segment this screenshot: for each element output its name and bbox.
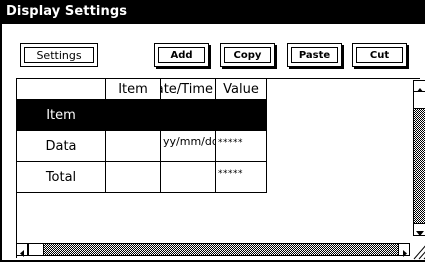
scroll-left-button[interactable] (16, 243, 28, 257)
header-item[interactable]: Item (106, 79, 161, 100)
cell-item-value[interactable] (216, 100, 267, 131)
row-label-data[interactable]: Data (17, 131, 106, 162)
vertical-scroll-thumb[interactable] (413, 91, 425, 109)
cell-total-value[interactable]: ***** (216, 162, 267, 193)
settings-button-label: Settings (24, 47, 94, 63)
resize-grip-icon[interactable] (410, 240, 425, 260)
scroll-right-icon (403, 250, 407, 257)
cut-button[interactable]: Cut (352, 43, 407, 67)
paste-button-label: Paste (291, 47, 338, 63)
cell-data-datetime[interactable]: yy/mm/dd (161, 131, 216, 162)
cut-button-label: Cut (356, 47, 403, 63)
cell-total-datetime[interactable] (161, 162, 216, 193)
cell-total-item[interactable] (106, 162, 161, 193)
vertical-scrollbar[interactable] (410, 80, 425, 246)
row-label-total[interactable]: Total (17, 162, 106, 193)
cell-item-item[interactable] (106, 100, 161, 131)
settings-button[interactable]: Settings (20, 43, 98, 67)
header-datetime[interactable]: Date/Time (161, 79, 216, 100)
header-corner (17, 79, 106, 100)
row-label-item[interactable]: Item (17, 100, 106, 131)
scroll-down-icon (416, 231, 424, 236)
scroll-right-button[interactable] (398, 243, 410, 257)
horizontal-scroll-thumb[interactable] (28, 243, 44, 256)
cell-data-item[interactable] (106, 131, 161, 162)
header-value[interactable]: Value (216, 79, 267, 100)
display-settings-window: Display Settings Settings Add Copy Paste… (0, 0, 425, 262)
copy-button-label: Copy (224, 47, 271, 63)
paste-button[interactable]: Paste (287, 43, 342, 67)
cell-item-datetime[interactable] (161, 100, 216, 131)
add-button-label: Add (158, 47, 205, 63)
title-bar: Display Settings (2, 0, 425, 24)
horizontal-scroll-track[interactable] (44, 243, 399, 256)
cell-data-value[interactable]: ***** (216, 131, 267, 162)
scroll-left-icon (20, 250, 24, 257)
window-title: Display Settings (6, 4, 128, 19)
horizontal-scrollbar[interactable] (16, 240, 410, 257)
copy-button[interactable]: Copy (220, 43, 275, 67)
vertical-scroll-track[interactable] (413, 109, 425, 223)
settings-table: Item Date/Time Value Item Data yy/mm/dd … (16, 78, 420, 258)
scroll-down-button[interactable] (413, 223, 425, 236)
add-button[interactable]: Add (154, 43, 209, 67)
